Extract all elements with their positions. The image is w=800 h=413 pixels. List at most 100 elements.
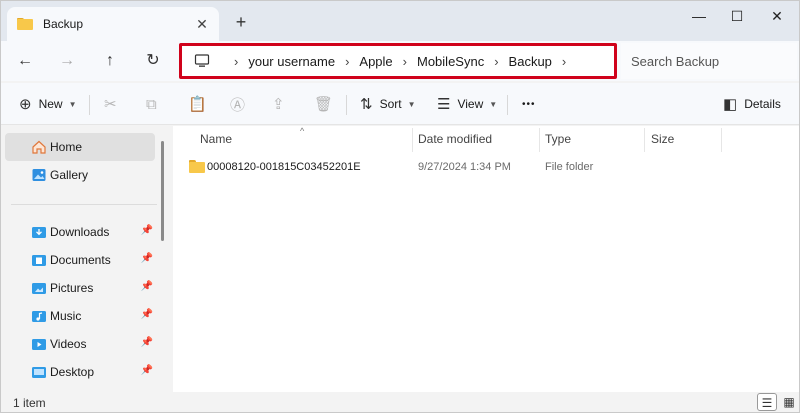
sort-icon: ⇅ (360, 96, 373, 113)
sidebar-item-documents[interactable]: Documents 📌 (5, 246, 155, 274)
column-header-type[interactable]: Type (545, 132, 571, 146)
sort-indicator: ^ (300, 126, 305, 136)
sidebar-item-pictures[interactable]: Pictures 📌 (5, 274, 155, 302)
sidebar-item-music[interactable]: Music 📌 (5, 302, 155, 330)
sidebar-item-label: Home (50, 140, 83, 154)
column-divider[interactable] (412, 128, 413, 152)
breadcrumb-separator[interactable]: › (345, 54, 349, 69)
details-button-label: Details (744, 97, 781, 111)
rename-icon: Ⓐ (230, 96, 246, 114)
chevron-down-icon: ▼ (68, 99, 77, 109)
column-divider[interactable] (644, 128, 645, 152)
file-date-modified: 9/27/2024 1:34 PM (418, 161, 511, 173)
this-pc-icon[interactable] (194, 53, 210, 69)
more-options-button[interactable]: ••• (522, 91, 536, 117)
column-header-name[interactable]: Name (200, 132, 232, 146)
details-pane-icon: ◧ (723, 96, 738, 113)
share-icon: ⇪ (272, 96, 285, 113)
chevron-down-icon: ▼ (407, 99, 416, 109)
status-bar: 1 item ☰ ▦ (1, 392, 799, 412)
refresh-button[interactable]: ↻ (139, 47, 167, 75)
downloads-icon (31, 224, 47, 240)
search-input[interactable]: Search Backup (621, 43, 797, 79)
sidebar-item-videos[interactable]: Videos 📌 (5, 330, 155, 358)
up-button[interactable]: ↑ (96, 47, 124, 75)
breadcrumb-apple[interactable]: Apple (359, 54, 392, 69)
scissors-icon: ✂ (104, 96, 117, 113)
pin-icon[interactable]: 📌 (141, 225, 153, 236)
sort-button[interactable]: ⇅ Sort ▼ (360, 91, 416, 117)
sidebar-item-home[interactable]: Home (5, 133, 155, 161)
tiles-view-button[interactable]: ▦ (779, 393, 799, 411)
sidebar-scrollbar[interactable] (161, 141, 164, 241)
tab-close-button[interactable]: ✕ (193, 15, 211, 33)
column-header-size[interactable]: Size (651, 132, 674, 146)
new-button[interactable]: ⊕ New ▼ (19, 91, 77, 117)
view-button[interactable]: ☰ View ▼ (437, 91, 497, 117)
maximize-button[interactable]: ☐ (719, 5, 755, 27)
pictures-icon (31, 280, 47, 296)
breadcrumb-separator[interactable]: › (562, 54, 566, 69)
address-bar[interactable]: › your username › Apple › MobileSync › B… (179, 43, 617, 79)
sort-button-label: Sort (379, 97, 402, 111)
command-bar: ⊕ New ▼ ✂ ⧉ 📋 Ⓐ ⇪ 🗑 ⇅ Sort ▼ ☰ View ▼ ••… (1, 83, 799, 125)
forward-button[interactable]: → (53, 47, 81, 75)
breadcrumb-your-username[interactable]: your username (248, 54, 335, 69)
breadcrumb-separator[interactable]: › (494, 54, 498, 69)
sidebar-divider (11, 204, 157, 205)
navigation-pane: Home Gallery Downloads 📌 Documents 📌 Pic… (1, 126, 171, 392)
item-count: 1 item (13, 396, 46, 410)
view-button-label: View (457, 97, 484, 111)
sidebar-item-gallery[interactable]: Gallery (5, 161, 155, 189)
minimize-button[interactable]: — (681, 5, 717, 27)
videos-icon (31, 336, 47, 352)
pin-icon[interactable]: 📌 (141, 281, 153, 292)
breadcrumb-mobilesync[interactable]: MobileSync (417, 54, 484, 69)
sidebar-item-label: Documents (50, 253, 111, 267)
new-button-label: New (38, 97, 63, 111)
share-button[interactable]: ⇪ (272, 91, 292, 117)
toolbar-divider (89, 95, 90, 115)
details-view-button[interactable]: ☰ (757, 393, 777, 411)
pin-icon[interactable]: 📌 (141, 337, 153, 348)
folder-icon (189, 160, 205, 173)
column-header-date-modified[interactable]: Date modified (418, 132, 492, 146)
pin-icon[interactable]: 📌 (141, 253, 153, 264)
trash-icon: 🗑 (314, 96, 334, 113)
pin-icon[interactable]: 📌 (141, 309, 153, 320)
cut-button[interactable]: ✂ (104, 91, 124, 117)
column-divider[interactable] (721, 128, 722, 152)
sidebar-item-label: Music (50, 309, 82, 323)
paste-button[interactable]: 📋 (188, 91, 214, 117)
sidebar-item-label: Desktop (50, 365, 95, 379)
view-icon: ☰ (437, 96, 451, 113)
tab-title: Backup (43, 17, 84, 31)
copy-button[interactable]: ⧉ (146, 91, 164, 117)
sidebar-item-downloads[interactable]: Downloads 📌 (5, 218, 155, 246)
rename-button[interactable]: Ⓐ (230, 91, 252, 117)
new-tab-button[interactable]: + (231, 12, 251, 32)
tab-backup[interactable]: Backup ✕ (7, 7, 219, 41)
delete-button[interactable]: 🗑 (314, 91, 340, 117)
back-button[interactable]: ← (11, 47, 39, 75)
sidebar-item-label: Gallery (50, 168, 89, 182)
file-name: 00008120-001815C03452201E (207, 161, 361, 173)
table-row[interactable]: 00008120-001815C03452201E 9/27/2024 1:34… (183, 155, 783, 179)
music-icon (31, 308, 47, 324)
sidebar-item-label: Videos (50, 337, 87, 351)
close-window-button[interactable]: ✕ (759, 5, 795, 27)
folder-icon (17, 18, 33, 30)
breadcrumb-separator[interactable]: › (403, 54, 407, 69)
chevron-down-icon: ▼ (489, 99, 498, 109)
sidebar-item-label: Pictures (50, 281, 94, 295)
details-pane-button[interactable]: ◧ Details (723, 91, 781, 117)
breadcrumb-separator[interactable]: › (234, 54, 238, 69)
column-divider[interactable] (539, 128, 540, 152)
pin-icon[interactable]: 📌 (141, 365, 153, 376)
breadcrumb-backup[interactable]: Backup (509, 54, 552, 69)
gallery-icon (31, 167, 47, 183)
sidebar-item-desktop[interactable]: Desktop 📌 (5, 358, 155, 386)
clipboard-icon: 📋 (188, 96, 207, 113)
title-bar: Backup ✕ + — ☐ ✕ (1, 1, 799, 41)
documents-icon (31, 252, 47, 268)
